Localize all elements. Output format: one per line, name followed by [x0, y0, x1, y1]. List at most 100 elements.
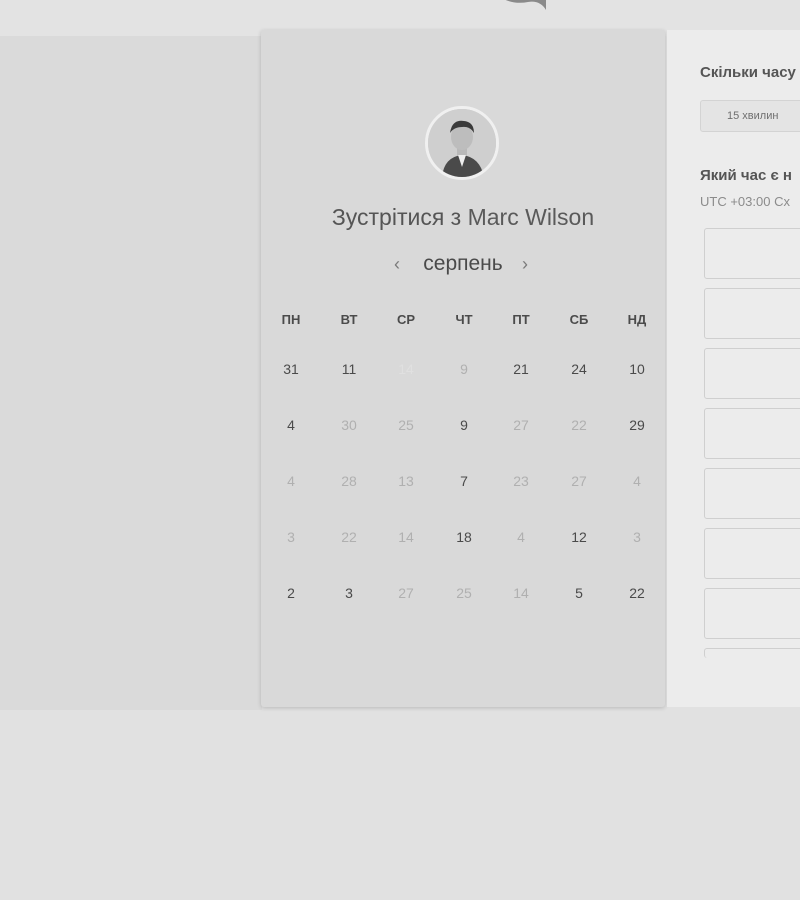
day-number: 14 [513, 585, 529, 601]
day-number: 9 [460, 417, 468, 433]
day-number: 13 [398, 473, 414, 489]
calendar-day-selected[interactable]: 14 [380, 343, 432, 395]
day-number: 22 [629, 585, 645, 601]
weekday-label: ПН [281, 312, 301, 327]
calendar-day[interactable]: 22 [617, 568, 657, 618]
calendar-day[interactable]: 31 [271, 344, 311, 394]
month-label: серпень [423, 252, 503, 275]
time-slot-button[interactable] [704, 588, 800, 639]
day-number: 25 [398, 417, 414, 433]
time-slot-button[interactable] [704, 468, 800, 519]
calendar-day: 4 [501, 512, 541, 562]
time-slot-button[interactable] [704, 648, 800, 658]
day-number: 27 [513, 417, 529, 433]
calendar-day[interactable]: 7 [444, 456, 484, 506]
weekday-label: ВТ [340, 312, 358, 327]
title-prefix: Зустрітися з [331, 204, 468, 230]
time-slot-button[interactable] [704, 408, 800, 459]
calendar-day[interactable]: 24 [559, 344, 599, 394]
duration-option-button[interactable]: 15 хвилин [700, 100, 800, 132]
calendar-day: 22 [559, 400, 599, 450]
calendar-week-row: 4 28 13 7 23 27 4 [261, 458, 665, 514]
day-number: 10 [629, 361, 645, 377]
day-number: 28 [341, 473, 357, 489]
day-number: 30 [341, 417, 357, 433]
day-number: 9 [460, 361, 468, 377]
timezone-label: UTC +03:00 Сх [700, 194, 790, 209]
day-number: 14 [398, 361, 414, 377]
day-number: 4 [287, 473, 295, 489]
weekday-header: ПН ВТ СР ЧТ ПТ СБ НД [261, 312, 665, 334]
day-number: 27 [571, 473, 587, 489]
calendar-day: 23 [501, 456, 541, 506]
time-slot-button[interactable] [704, 348, 800, 399]
calendar-day: 27 [559, 456, 599, 506]
weekday-label: СР [396, 312, 416, 327]
calendar-day[interactable]: 5 [559, 568, 599, 618]
calendar-day: 13 [386, 456, 426, 506]
calendar-day[interactable]: 10 [617, 344, 657, 394]
calendar-day: 25 [386, 400, 426, 450]
calendar-day[interactable]: 11 [329, 344, 369, 394]
calendar-day: 3 [271, 512, 311, 562]
calendar-week-row: 31 11 14 9 21 24 10 [261, 343, 665, 402]
time-slot-button[interactable] [704, 288, 800, 339]
day-number: 29 [629, 417, 645, 433]
calendar-day[interactable]: 9 [444, 400, 484, 450]
calendar-day: 9 [444, 344, 484, 394]
calendar-card: Зустрітися з Marc Wilson ‹ серпень › ПН … [261, 30, 665, 707]
day-number: 11 [341, 361, 357, 377]
person-icon [428, 109, 496, 177]
weekday-label: ПТ [512, 312, 530, 327]
time-slot-button[interactable] [704, 228, 800, 279]
calendar-day[interactable]: 18 [444, 512, 484, 562]
weekday-label: СБ [569, 312, 589, 327]
day-number: 4 [633, 473, 641, 489]
calendar-day: 3 [617, 512, 657, 562]
calendar-day[interactable]: 12 [559, 512, 599, 562]
calendar-day[interactable]: 21 [501, 344, 541, 394]
calendar-week-row: 4 30 25 9 27 22 29 [261, 402, 665, 458]
day-number: 22 [341, 529, 357, 545]
meeting-title: Зустрітися з Marc Wilson [261, 204, 665, 231]
calendar-day: 14 [386, 512, 426, 562]
calendar-week-row: 3 22 14 18 4 12 3 [261, 514, 665, 570]
day-number: 3 [287, 529, 295, 545]
day-number: 14 [398, 529, 414, 545]
calendar-day[interactable]: 29 [617, 400, 657, 450]
day-number: 12 [571, 529, 587, 545]
calendar-week-row: 2 3 27 25 14 5 22 [261, 570, 665, 626]
chevron-right-icon[interactable]: › [522, 254, 528, 275]
logo-icon [505, 0, 546, 10]
day-number: 25 [456, 585, 472, 601]
calendar-day[interactable]: 4 [271, 400, 311, 450]
day-number: 18 [456, 529, 472, 545]
left-panel [0, 36, 262, 710]
day-number: 23 [513, 473, 529, 489]
duration-option-label: 15 хвилин [727, 110, 779, 122]
calendar-weeks: 31 11 14 9 21 24 10 4 30 25 9 27 22 29 4 28 13 7 23 27 4 3 22 1… [261, 343, 665, 626]
calendar-day: 30 [329, 400, 369, 450]
day-number: 21 [513, 361, 529, 377]
host-name: Marc Wilson [467, 204, 595, 230]
day-number: 5 [575, 585, 583, 601]
booking-panel: Скільки часу 15 хвилин Який час є н UTC … [667, 30, 800, 707]
duration-question: Скільки часу [700, 64, 796, 81]
day-number: 31 [283, 361, 299, 377]
day-number: 24 [571, 361, 587, 377]
chevron-left-icon[interactable]: ‹ [394, 254, 400, 275]
time-slot-button[interactable] [704, 528, 800, 579]
calendar-day: 28 [329, 456, 369, 506]
month-navigation: ‹ серпень › [261, 252, 665, 282]
day-number: 4 [287, 417, 295, 433]
calendar-grid: ПН ВТ СР ЧТ ПТ СБ НД 31 11 14 9 21 24 10 4 30 25 9… [261, 312, 665, 626]
calendar-day[interactable]: 2 [271, 568, 311, 618]
day-number: 22 [571, 417, 587, 433]
weekday-label: ЧТ [455, 312, 473, 327]
calendar-day[interactable]: 3 [329, 568, 369, 618]
day-number: 4 [517, 529, 525, 545]
calendar-day: 25 [444, 568, 484, 618]
calendar-day: 22 [329, 512, 369, 562]
calendar-day: 4 [617, 456, 657, 506]
day-number: 7 [460, 473, 468, 489]
